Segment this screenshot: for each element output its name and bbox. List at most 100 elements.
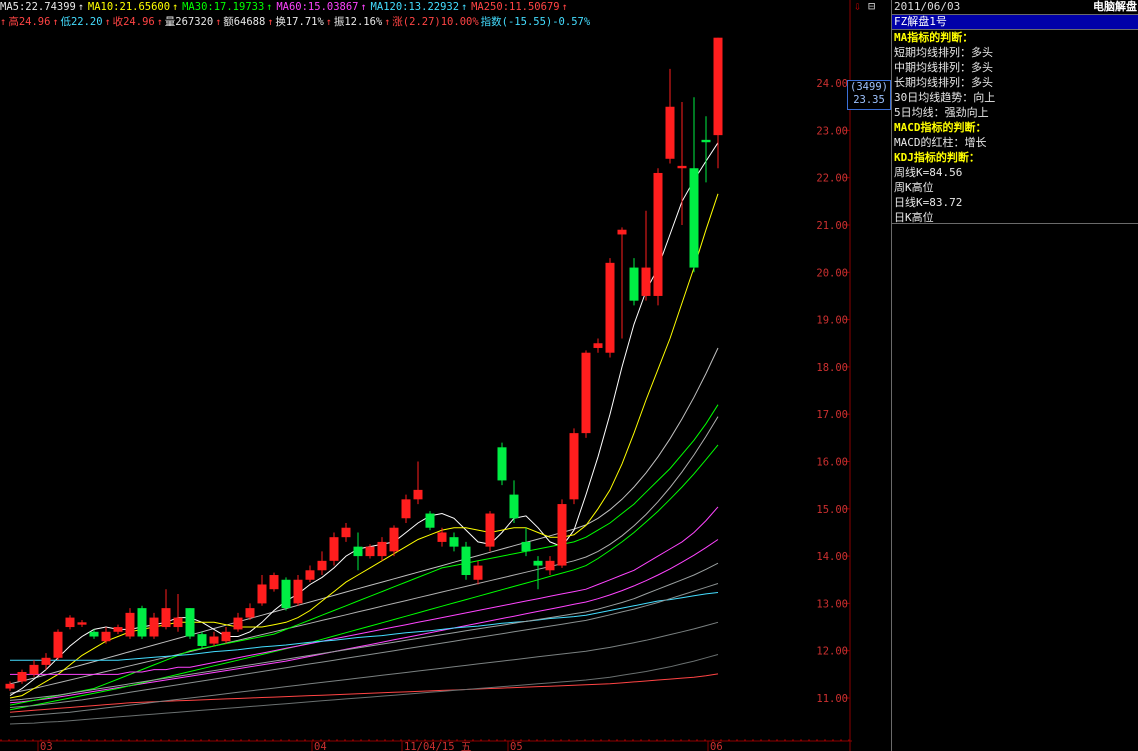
candle-body bbox=[677, 165, 687, 169]
candle-body bbox=[185, 608, 195, 637]
ma-line-G5 bbox=[9, 416, 719, 694]
y-tick-label: 18.00 bbox=[816, 362, 848, 374]
up-arrow-icon: ↑ bbox=[172, 2, 179, 13]
kline-chart[interactable]: 24.00 23.00 22.00 21.00 20.00 19.00 18.00 17.00… bbox=[0, 0, 852, 751]
ma-item-1: MA10:21.65600 ↑ bbox=[88, 1, 180, 13]
stat-item-5: 换17.71% bbox=[275, 16, 324, 28]
y-tick-label: 23.00 bbox=[816, 125, 848, 137]
stat-item-4: 额64688 bbox=[223, 16, 266, 28]
candle-body bbox=[485, 513, 495, 547]
window-toggle-icon[interactable]: ⊟ bbox=[868, 0, 875, 12]
y-tick-label: 24.00 bbox=[816, 78, 848, 90]
panel-date: 2011/06/03 bbox=[894, 0, 961, 13]
candle-body bbox=[221, 631, 231, 642]
ma-values-row: MA5:22.74399 ↑ MA10:21.65600 ↑ MA30:17.19733… bbox=[0, 0, 852, 15]
candle-body bbox=[353, 546, 363, 557]
candle-body bbox=[197, 634, 207, 646]
candle-body bbox=[545, 560, 555, 571]
ma-item-0: MA5:22.74399 ↑ bbox=[0, 1, 86, 13]
candle-body bbox=[377, 541, 387, 557]
up-arrow-icon: ↑ bbox=[461, 2, 468, 13]
y-tick-label: 20.00 bbox=[816, 267, 848, 279]
price-tag-line2: 23.35 bbox=[853, 94, 885, 106]
panel-header: 2011/06/03 电脑解盘 bbox=[892, 0, 1138, 15]
analysis-lines: MA指标的判断： 短期均线排列：多头 中期均线排列：多头 长期均线排列：多头 30日均线… bbox=[892, 30, 1138, 225]
up-arrow-icon: ↑ bbox=[52, 17, 59, 28]
x-tick-label: 04 bbox=[314, 741, 327, 751]
panel-separator bbox=[892, 223, 1138, 224]
candle-body bbox=[77, 622, 87, 625]
candle-body bbox=[689, 168, 699, 268]
ma-line-MA120 bbox=[10, 592, 719, 661]
analysis-line-11: 日线K=83.72 bbox=[894, 196, 963, 209]
candle-body bbox=[29, 664, 39, 675]
up-arrow-icon: ↑ bbox=[266, 2, 273, 13]
candle-body bbox=[209, 636, 219, 644]
grid-layer bbox=[0, 0, 852, 751]
candle-body bbox=[557, 504, 567, 566]
up-arrow-icon: ↑ bbox=[267, 17, 274, 28]
candle-body bbox=[5, 683, 15, 689]
candle-body bbox=[65, 617, 75, 628]
candle-body bbox=[293, 579, 303, 604]
candle-body bbox=[497, 447, 507, 481]
up-arrow-icon: ↑ bbox=[325, 17, 332, 28]
candle-body bbox=[245, 608, 255, 618]
price-tag-line1: (3499) bbox=[850, 81, 888, 93]
down-arrow-icon[interactable]: ⇩ bbox=[854, 0, 861, 12]
x-axis: 03 04 11/04/15 五 05 06 bbox=[37, 741, 723, 751]
y-tick-label: 22.00 bbox=[816, 173, 848, 185]
candle-body bbox=[641, 267, 651, 296]
candle-body bbox=[593, 343, 603, 348]
y-tick-label: 21.00 bbox=[816, 220, 848, 232]
candle-body bbox=[53, 631, 63, 658]
stat-item-1: 低22.20 bbox=[60, 16, 103, 28]
up-arrow-icon: ↑ bbox=[156, 17, 163, 28]
ma-item-3: MA60:15.03867 ↑ bbox=[276, 1, 368, 13]
up-arrow-icon: ↑ bbox=[384, 17, 391, 28]
candle-body bbox=[533, 560, 543, 566]
candle-body bbox=[473, 565, 483, 580]
ma-lines bbox=[9, 142, 719, 725]
current-price-tag: (3499) 23.35 bbox=[847, 80, 891, 110]
candle-body bbox=[569, 433, 579, 500]
analysis-line-8: KDJ指标的判断： bbox=[894, 151, 980, 164]
x-tick-label: 03 bbox=[40, 741, 53, 751]
candle-body bbox=[269, 575, 279, 590]
candle-body bbox=[137, 608, 147, 637]
candle-body bbox=[509, 494, 519, 519]
y-tick-label: 14.00 bbox=[816, 551, 848, 563]
x-tick-label: 05 bbox=[510, 741, 523, 751]
candle-body bbox=[629, 267, 639, 301]
stat-item-7: 涨(2.27)10.00% bbox=[392, 16, 479, 28]
analysis-line-4: 30日均线趋势：向上 bbox=[894, 91, 996, 104]
analysis-line-5: 5日均线：强劲向上 bbox=[894, 106, 989, 119]
candle-body bbox=[701, 139, 711, 143]
ma-item-label-1: MA10:21.65600 bbox=[87, 1, 171, 13]
candle-body bbox=[617, 229, 627, 235]
candle-body bbox=[233, 617, 243, 630]
side-icons: ⇩ ⊟ bbox=[852, 0, 890, 14]
stats-row: ↑ 高24.96 ↑ 低22.20 ↑ 收24.96 ↑ 量267320 ↑ 额64688 ↑ 换17… bbox=[0, 15, 852, 30]
panel-title: 电脑解盘 bbox=[1093, 0, 1137, 13]
candle-body bbox=[581, 352, 591, 434]
candle-body bbox=[257, 584, 267, 604]
analysis-line-2: 中期均线排列：多头 bbox=[894, 61, 993, 74]
ma-item-label-4: MA120:13.22932 bbox=[370, 1, 460, 13]
y-tick-label: 19.00 bbox=[816, 315, 848, 327]
up-arrow-icon: ↑ bbox=[104, 17, 111, 28]
candle-body bbox=[113, 627, 123, 632]
up-arrow-icon: ↑ bbox=[561, 2, 568, 13]
panel-tab[interactable]: FZ解盘1号 bbox=[892, 15, 1138, 30]
ma-item-label-3: MA60:15.03867 bbox=[276, 1, 359, 13]
ma-line-M2 bbox=[9, 539, 719, 704]
candle-body bbox=[713, 37, 723, 136]
stat-item-3: 量267320 bbox=[164, 16, 214, 28]
up-arrow-icon: ↑ bbox=[215, 17, 222, 28]
candle-body bbox=[449, 537, 459, 547]
candle-body bbox=[653, 172, 663, 296]
ma-item-4: MA120:13.22932 ↑ bbox=[371, 1, 470, 13]
y-axis: 24.00 23.00 22.00 21.00 20.00 19.00 18.00 17.00… bbox=[816, 78, 850, 705]
y-tick-label: 13.00 bbox=[816, 598, 848, 610]
analysis-line-3: 长期均线排列：多头 bbox=[894, 76, 993, 89]
